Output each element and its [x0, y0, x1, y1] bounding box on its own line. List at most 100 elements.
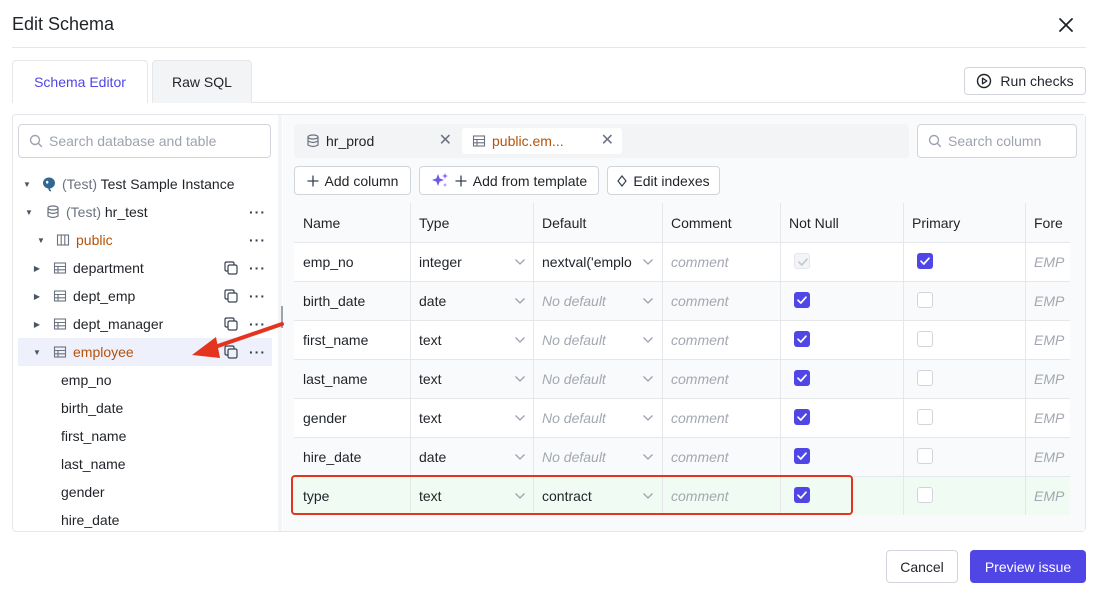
more-icon[interactable]: ···	[249, 289, 266, 303]
cell-name[interactable]: emp_no	[294, 242, 410, 281]
chevron-down-icon[interactable]	[642, 297, 654, 305]
cell-comment[interactable]: comment	[662, 242, 780, 281]
tree-column[interactable]: last_name	[61, 450, 126, 478]
cell-comment[interactable]: comment	[662, 359, 780, 398]
cell-default[interactable]: No default	[533, 359, 638, 398]
cell-name[interactable]: hire_date	[294, 437, 410, 476]
add-column-button[interactable]: Add column	[294, 166, 411, 195]
tree-item-database[interactable]: ▼ (Test) hr_test ···	[18, 198, 272, 226]
cancel-button[interactable]: Cancel	[886, 550, 958, 583]
cell-default[interactable]: nextval('emplo	[533, 242, 638, 281]
column-search-input[interactable]	[948, 133, 1076, 149]
cell-name[interactable]: birth_date	[294, 281, 410, 320]
annotation-arrow	[186, 318, 286, 362]
tree-item-table[interactable]: ▶ dept_emp ···	[18, 282, 272, 310]
add-from-template-button[interactable]: Add from template	[419, 166, 599, 195]
run-checks-button[interactable]: Run checks	[964, 67, 1086, 95]
caret-right-icon[interactable]: ▶	[32, 291, 42, 301]
tree-column[interactable]: emp_no	[61, 366, 112, 394]
chevron-down-icon[interactable]	[642, 453, 654, 461]
chevron-down-icon[interactable]	[642, 414, 654, 422]
chevron-down-icon[interactable]	[514, 258, 526, 266]
primary-checkbox[interactable]	[917, 370, 933, 386]
column-divider	[533, 437, 534, 476]
tree-item-table[interactable]: ▶ department ···	[18, 254, 272, 282]
primary-checkbox[interactable]	[917, 487, 933, 503]
chevron-down-icon[interactable]	[514, 414, 526, 422]
cell-foreign-key[interactable]: EMP	[1025, 320, 1070, 359]
primary-checkbox[interactable]	[917, 409, 933, 425]
column-search[interactable]	[917, 124, 1077, 158]
more-icon[interactable]: ···	[249, 205, 266, 219]
chevron-down-icon[interactable]	[642, 336, 654, 344]
chevron-down-icon[interactable]	[514, 336, 526, 344]
chevron-down-icon[interactable]	[514, 375, 526, 383]
cell-default[interactable]: No default	[533, 437, 638, 476]
cell-foreign-key[interactable]: EMP	[1025, 437, 1070, 476]
tree-column[interactable]: first_name	[61, 422, 126, 450]
cell-foreign-key[interactable]: EMP	[1025, 359, 1070, 398]
cell-default[interactable]: No default	[533, 320, 638, 359]
chevron-down-icon[interactable]	[642, 258, 654, 266]
caret-down-icon[interactable]: ▼	[22, 179, 32, 189]
not-null-checkbox[interactable]	[794, 370, 810, 386]
caret-down-icon[interactable]: ▼	[36, 235, 46, 245]
column-divider	[662, 203, 663, 242]
tree-column[interactable]: hire_date	[61, 506, 119, 534]
primary-checkbox[interactable]	[917, 253, 933, 269]
cell-name[interactable]: first_name	[294, 320, 410, 359]
not-null-checkbox[interactable]	[794, 292, 810, 308]
primary-checkbox[interactable]	[917, 331, 933, 347]
tab-schema-editor[interactable]: Schema Editor	[12, 60, 148, 103]
chevron-down-icon[interactable]	[514, 297, 526, 305]
column-divider	[662, 320, 663, 359]
database-env-label: (Test)	[66, 204, 101, 220]
object-tab-database[interactable]: hr_prod ✕	[296, 128, 460, 154]
instance-env-label: (Test)	[62, 176, 97, 192]
primary-checkbox[interactable]	[917, 292, 933, 308]
cell-name[interactable]: last_name	[294, 359, 410, 398]
tab-raw-sql[interactable]: Raw SQL	[152, 60, 252, 103]
not-null-checkbox[interactable]	[794, 448, 810, 464]
caret-right-icon[interactable]: ▶	[32, 319, 42, 329]
not-null-checkbox[interactable]	[794, 331, 810, 347]
object-tab-table[interactable]: public.em... ✕	[462, 128, 622, 154]
cell-foreign-key[interactable]: EMP	[1025, 281, 1070, 320]
more-icon[interactable]: ···	[249, 233, 266, 247]
tree-item-schema[interactable]: ▼ public ···	[18, 226, 272, 254]
cell-comment[interactable]: comment	[662, 320, 780, 359]
cell-comment[interactable]: comment	[662, 398, 780, 437]
table-icon	[53, 317, 67, 331]
caret-down-icon[interactable]: ▼	[24, 207, 34, 217]
preview-issue-button[interactable]: Preview issue	[970, 550, 1086, 583]
cell-default[interactable]: No default	[533, 398, 638, 437]
not-null-checkbox[interactable]	[794, 409, 810, 425]
cell-comment[interactable]: comment	[662, 437, 780, 476]
edit-indexes-button[interactable]: Edit indexes	[607, 166, 720, 195]
sidebar-search-input[interactable]	[49, 133, 259, 149]
chevron-down-icon[interactable]	[514, 453, 526, 461]
cell-foreign-key[interactable]: EMP	[1025, 242, 1070, 281]
copy-icon[interactable]	[223, 260, 239, 276]
tree-column[interactable]: birth_date	[61, 394, 123, 422]
sidebar-search[interactable]	[18, 124, 271, 158]
close-icon[interactable]	[1055, 14, 1077, 36]
cell-default[interactable]: No default	[533, 281, 638, 320]
close-tab-icon[interactable]: ✕	[439, 133, 452, 149]
cell-foreign-key[interactable]: EMP	[1025, 398, 1070, 437]
column-header: Not Null	[789, 214, 839, 231]
column-divider	[410, 398, 411, 437]
tree-column[interactable]: gender	[61, 478, 105, 506]
database-icon	[46, 205, 60, 219]
caret-right-icon[interactable]: ▶	[32, 263, 42, 273]
more-icon[interactable]: ···	[249, 261, 266, 275]
close-tab-icon[interactable]: ✕	[601, 133, 614, 149]
primary-checkbox[interactable]	[917, 448, 933, 464]
chevron-down-icon[interactable]	[642, 375, 654, 383]
cell-comment[interactable]: comment	[662, 281, 780, 320]
copy-icon[interactable]	[223, 288, 239, 304]
caret-down-icon[interactable]: ▼	[32, 347, 42, 357]
tree-item-instance[interactable]: ▼ (Test) Test Sample Instance	[18, 170, 272, 198]
cell-name[interactable]: gender	[294, 398, 410, 437]
cell-foreign-key[interactable]: EMP	[1025, 476, 1070, 515]
